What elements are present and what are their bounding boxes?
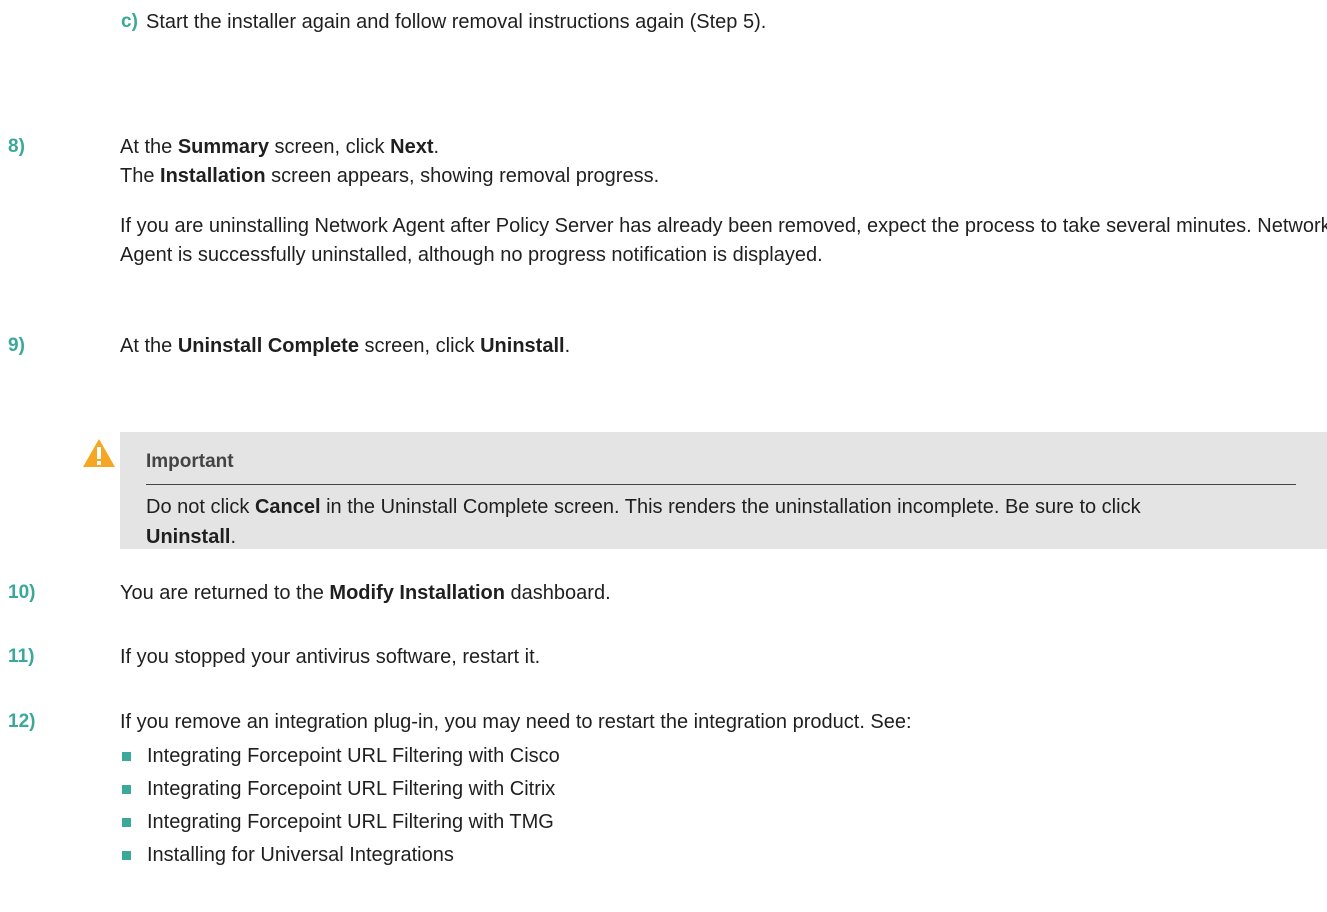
- step-10-text: You are returned to the: [120, 582, 330, 604]
- step-12-text: If you remove an integration plug-in, yo…: [120, 711, 912, 733]
- step-8-text: At the: [120, 136, 178, 158]
- ui-term-modify-installation: Modify Installation: [329, 582, 505, 604]
- step-8-text: screen appears, showing removal progress…: [265, 165, 660, 187]
- step-8-paragraph: If you are uninstalling Network Agent af…: [120, 215, 1327, 266]
- ui-term-summary: Summary: [177, 136, 269, 158]
- bullet-marker: [122, 752, 131, 761]
- step-9-line: At the Uninstall Complete screen, click …: [120, 332, 570, 360]
- step-11-text: If you stopped your antivirus software, …: [120, 646, 541, 668]
- bullet-marker: [122, 851, 131, 860]
- step-8-line-1: At the Summary screen, click Next.: [120, 133, 439, 161]
- step-10-text: dashboard.: [504, 582, 611, 604]
- important-callout: Important Do not click Cancel in the Uni…: [120, 432, 1327, 549]
- step-number-9: 9): [8, 335, 25, 356]
- step-8-text: .: [433, 136, 440, 158]
- integration-link-citrix[interactable]: Integrating Forcepoint URL Filtering wit…: [147, 775, 555, 803]
- warning-icon: [83, 439, 115, 467]
- integration-link-cisco[interactable]: Integrating Forcepoint URL Filtering wit…: [147, 742, 560, 770]
- step-8-line-2: The Installation screen appears, showing…: [120, 162, 659, 190]
- bullet-marker: [122, 785, 131, 794]
- step-9-text: At the: [120, 335, 178, 357]
- integration-link-tmg[interactable]: Integrating Forcepoint URL Filtering wit…: [147, 808, 554, 836]
- bullet-marker: [122, 818, 131, 827]
- callout-text: Do not click: [146, 496, 255, 518]
- ui-term-uninstall: Uninstall: [146, 526, 231, 548]
- step-number-8: 8): [8, 136, 25, 157]
- step-number-c: c): [121, 11, 138, 32]
- step-c-text: Start the installer again and follow rem…: [146, 11, 767, 33]
- ui-term-uninstall-complete: Uninstall Complete: [177, 335, 359, 357]
- callout-text: in the Uninstall Complete screen. This r…: [320, 496, 1141, 518]
- callout-body: Do not click Cancel in the Uninstall Com…: [146, 492, 1206, 552]
- ui-term-next: Next: [390, 136, 434, 158]
- callout-divider: [146, 484, 1296, 485]
- ui-term-installation: Installation: [160, 165, 266, 187]
- step-number-11: 11): [8, 646, 35, 667]
- step-number-10: 10): [8, 582, 36, 603]
- callout-title: Important: [146, 451, 234, 472]
- step-9-text: .: [564, 335, 571, 357]
- step-8-text: The: [120, 165, 161, 187]
- integration-link-universal[interactable]: Installing for Universal Integrations: [147, 841, 454, 869]
- ui-term-cancel: Cancel: [254, 496, 321, 518]
- step-9-text: screen, click: [358, 335, 481, 357]
- step-10-line: You are returned to the Modify Installat…: [120, 579, 611, 607]
- callout-text: .: [230, 526, 237, 548]
- ui-term-uninstall: Uninstall: [480, 335, 565, 357]
- step-8-text: screen, click: [268, 136, 391, 158]
- step-number-12: 12): [8, 711, 36, 732]
